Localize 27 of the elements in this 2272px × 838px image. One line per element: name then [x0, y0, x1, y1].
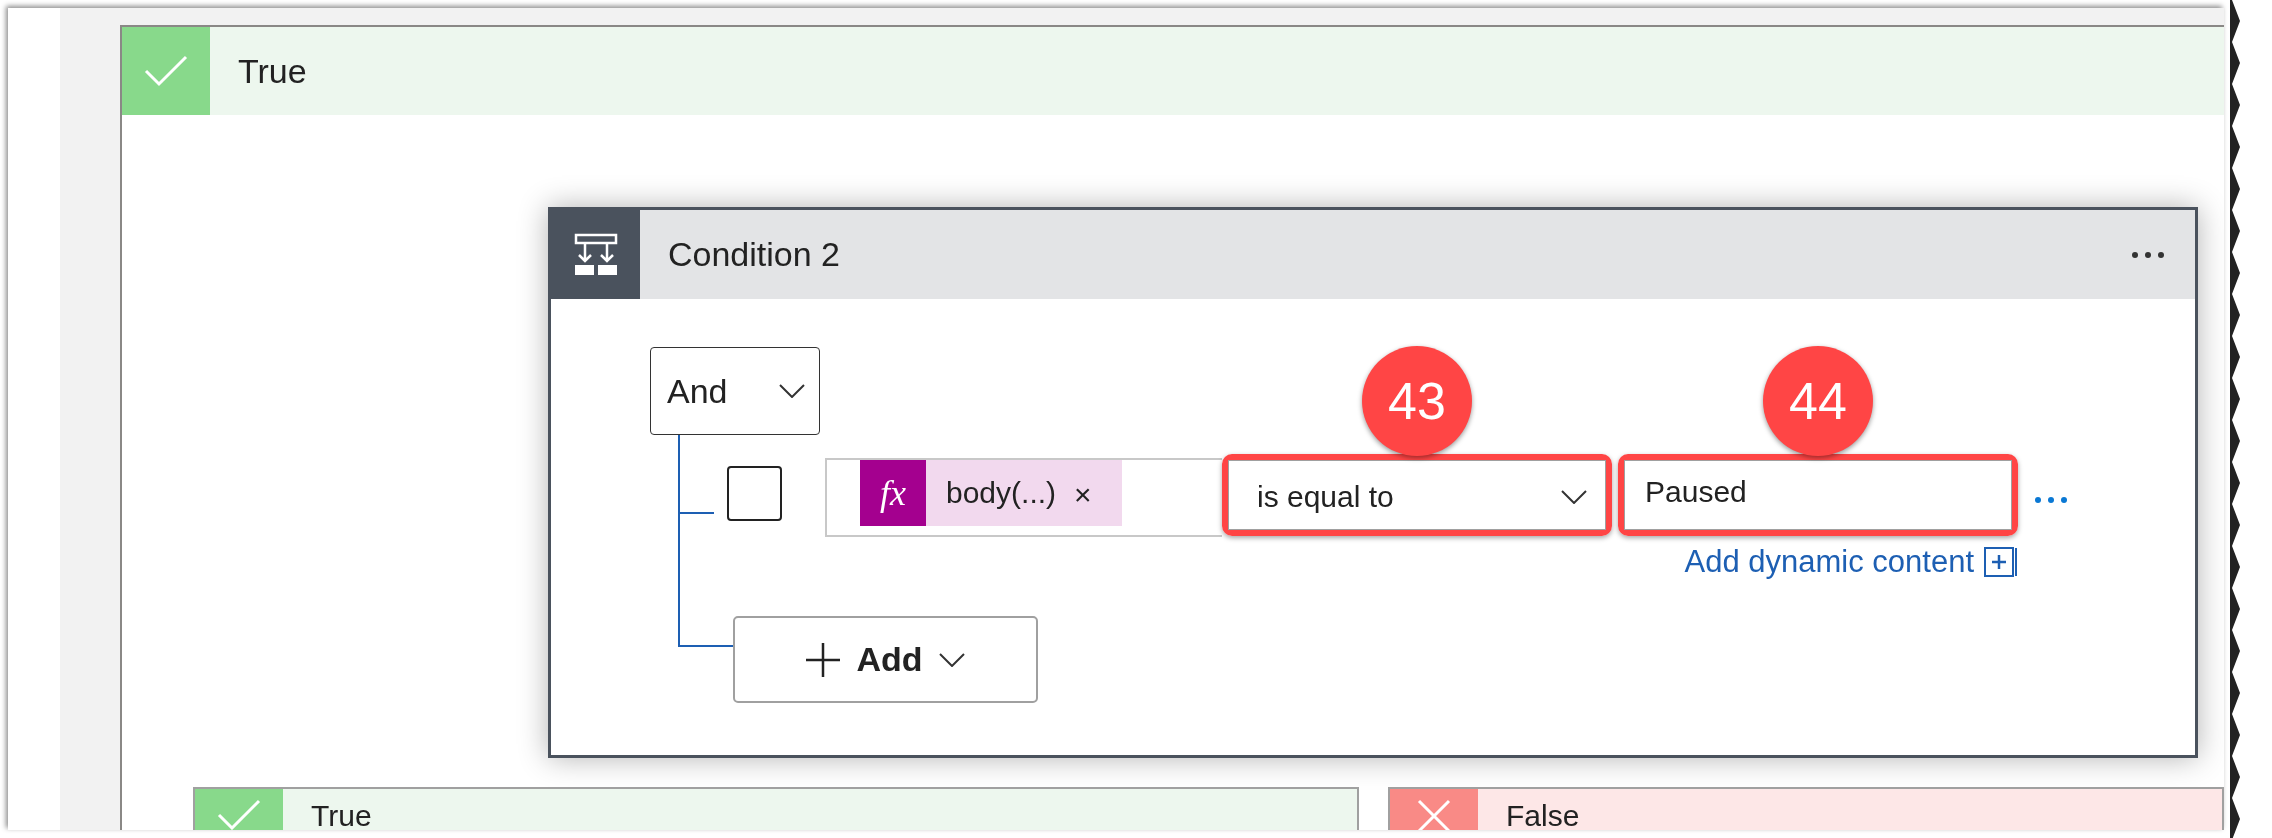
more-options-icon[interactable] [2131, 250, 2165, 259]
step-number-badge: 43 [1362, 346, 1472, 456]
card-title: Condition 2 [668, 235, 841, 274]
condition-icon [573, 232, 618, 277]
remove-token-button[interactable]: × [1074, 478, 1092, 512]
chevron-down-icon [938, 652, 965, 667]
checkmark-icon [217, 799, 261, 830]
add-box-icon[interactable] [1984, 547, 2018, 577]
operator-dropdown[interactable]: is equal to [1228, 460, 1606, 530]
token-text: body(...) [946, 476, 1057, 510]
branch-label: False [1506, 799, 1580, 830]
step-number-badge: 44 [1763, 346, 1873, 456]
row-checkbox[interactable] [727, 466, 782, 521]
cross-icon [1417, 799, 1451, 830]
group-operator-dropdown[interactable]: And [650, 347, 820, 435]
chevron-down-icon [1561, 490, 1587, 504]
checkmark-icon [144, 55, 188, 87]
more-options-icon[interactable] [2034, 496, 2068, 504]
branch-label: True [238, 51, 307, 91]
plus-icon [806, 642, 841, 677]
operand-field[interactable]: fx body(...) × [825, 458, 1222, 537]
chevron-down-icon [779, 384, 805, 398]
add-button[interactable]: Add [733, 616, 1038, 703]
branch-label: True [311, 799, 372, 830]
function-icon: fx [860, 460, 926, 526]
add-dynamic-content-link[interactable]: Add dynamic content [1684, 544, 1974, 580]
value-field[interactable]: Paused [1624, 460, 2012, 530]
